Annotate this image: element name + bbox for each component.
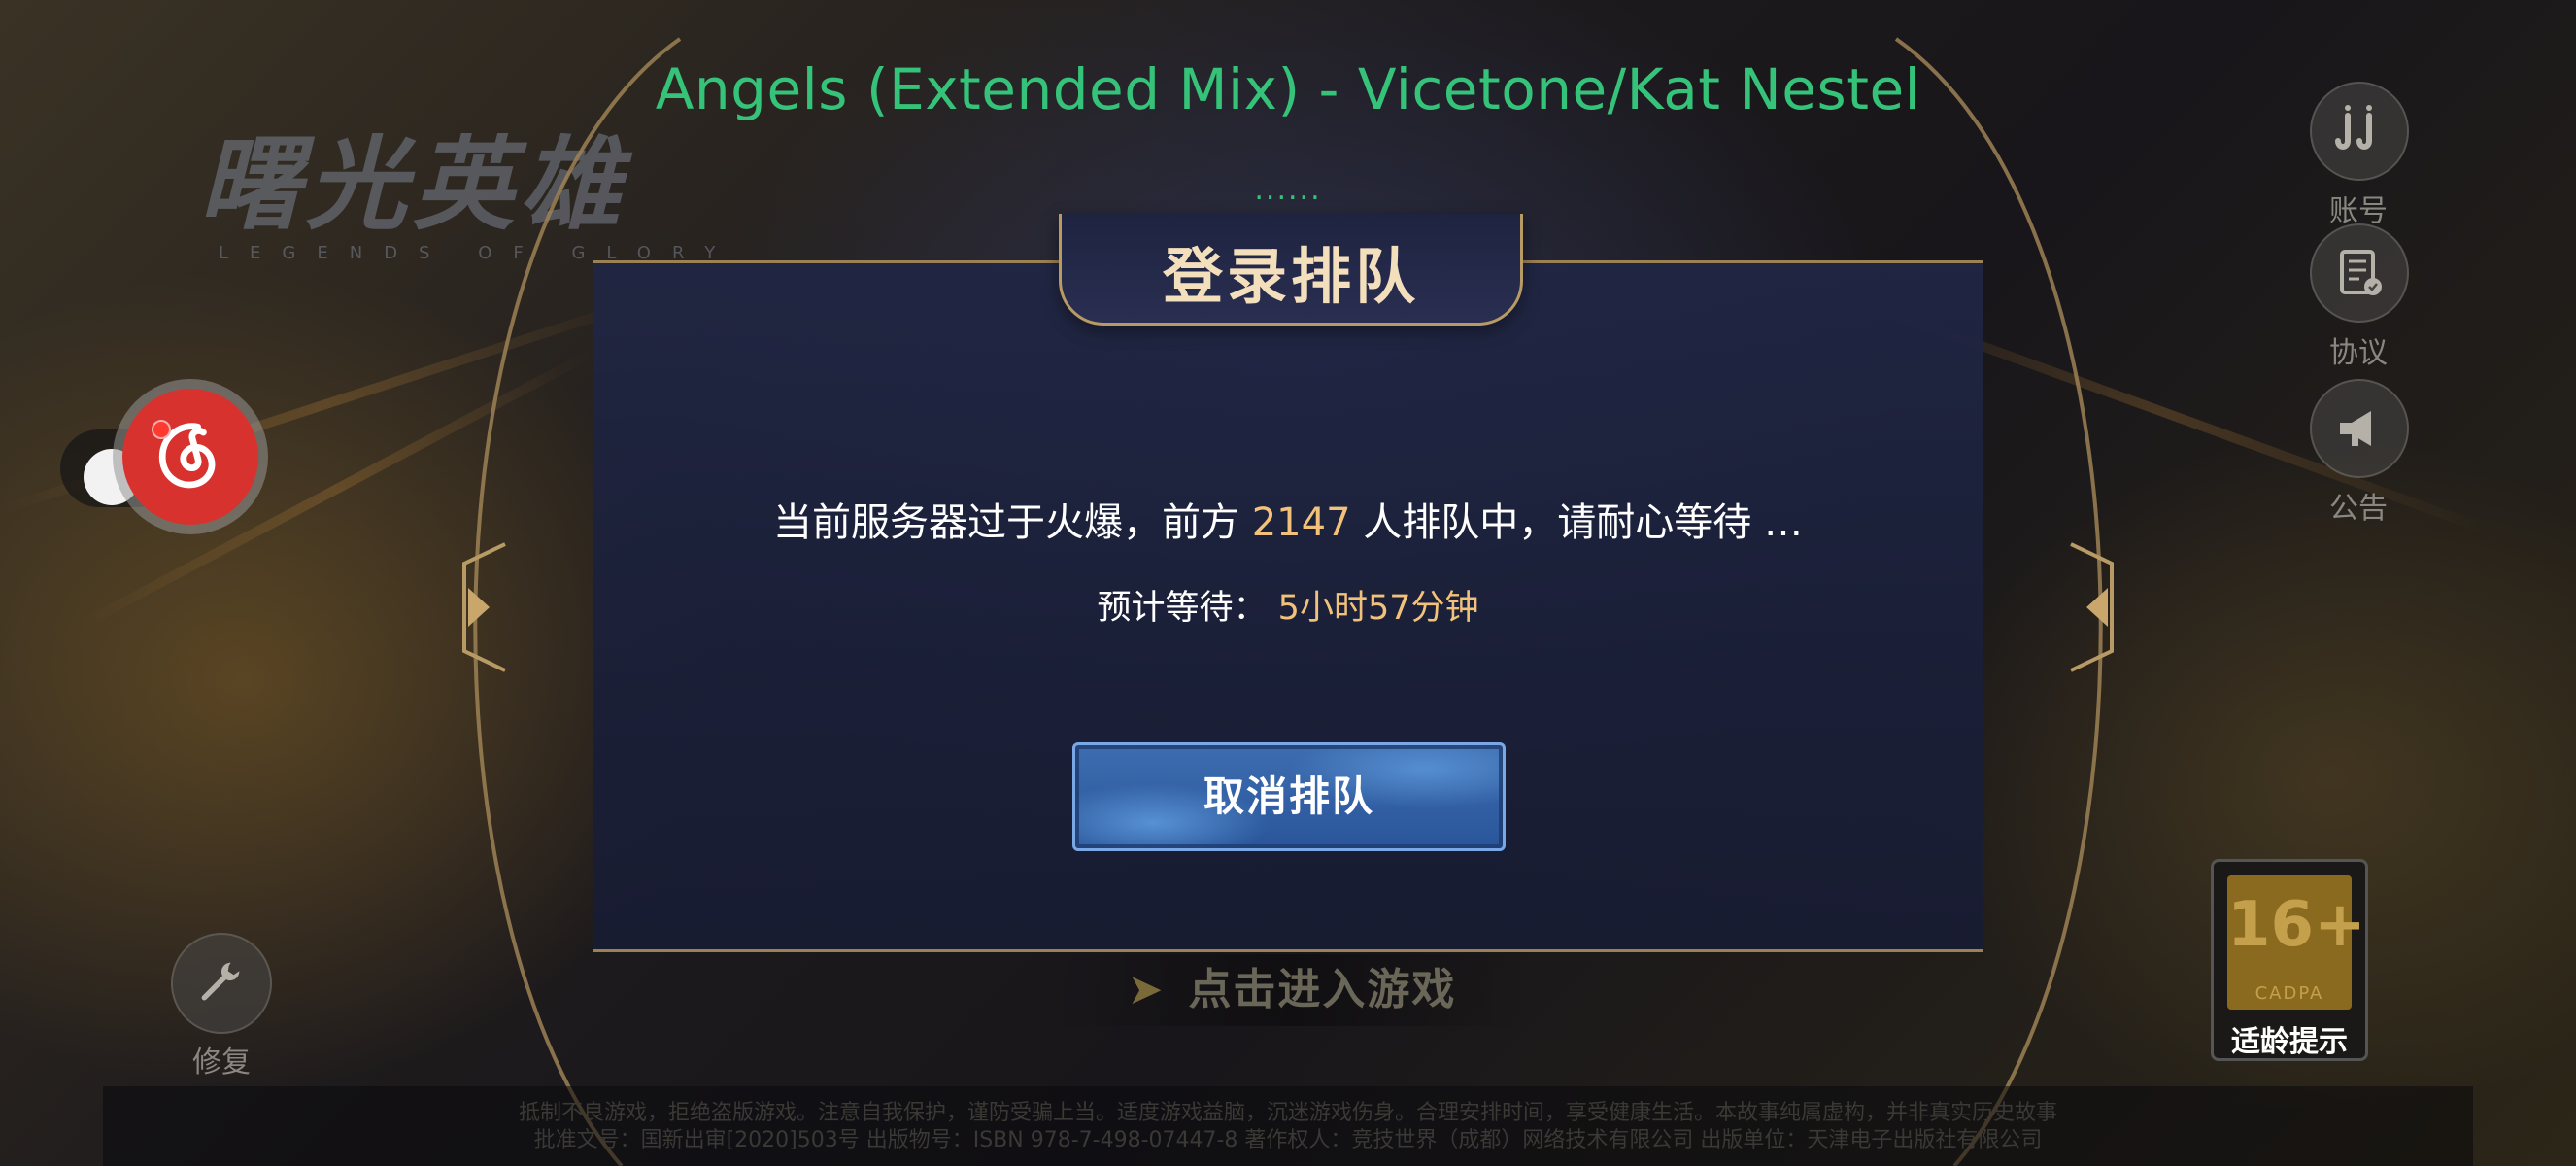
repair-button[interactable]: 修复	[171, 933, 272, 1080]
queue-prefix: 当前服务器过于火爆，前方	[773, 500, 1252, 545]
netease-music-button[interactable]	[113, 379, 268, 534]
account-button[interactable]: 账号	[2310, 82, 2409, 229]
notice-button[interactable]: 公告	[2310, 379, 2409, 527]
queue-count: 2147	[1251, 500, 1351, 545]
age-rating-badge[interactable]: 16+ CADPA 适龄提示	[2211, 859, 2368, 1061]
queue-suffix: 人排队中，请耐心等待 …	[1350, 500, 1803, 545]
notification-dot	[152, 420, 171, 439]
netease-music-icon	[122, 389, 258, 525]
cancel-queue-button[interactable]: 取消排队	[1072, 742, 1506, 851]
game-login-screen: 曙光英雄 LEGENDS OF GLORY Angels (Extended M…	[0, 0, 2576, 1166]
agreement-button[interactable]: 协议	[2310, 223, 2409, 371]
age-rating-label: 适龄提示	[2231, 1025, 2348, 1059]
dialog-title: 登录排队	[1162, 241, 1419, 312]
footer-line-2: 批准文号：国新出审[2020]503号 出版物号：ISBN 978-7-498-…	[533, 1128, 2043, 1152]
wait-time: 5小时57分钟	[1277, 589, 1479, 628]
agreement-label: 协议	[2329, 336, 2388, 370]
game-logo: 曙光英雄 LEGENDS OF GLORY	[199, 102, 743, 263]
song-title: Angels (Extended Mix) - Vicetone/Kat Nes…	[655, 56, 1921, 122]
age-rating-value: 16+	[2227, 889, 2366, 961]
chevron-right-icon: ➤	[1127, 965, 1166, 1014]
dialog-header: 登录排队	[1059, 214, 1523, 326]
legal-footer: 抵制不良游戏，拒绝盗版游戏。注意自我保护，谨防受骗上当。适度游戏益脑，沉迷游戏伤…	[103, 1086, 2473, 1166]
queue-status: 当前服务器过于火爆，前方 2147 人排队中，请耐心等待 …	[0, 491, 2576, 547]
megaphone-icon	[2310, 379, 2409, 478]
repair-label: 修复	[192, 1046, 251, 1080]
agreement-icon	[2310, 223, 2409, 323]
wrench-icon	[171, 933, 272, 1034]
account-icon	[2310, 82, 2409, 181]
notice-label: 公告	[2329, 492, 2388, 526]
floating-music-widget[interactable]	[60, 379, 274, 544]
enter-game-label: 点击进入游戏	[1188, 965, 1457, 1014]
age-rating-mark: 16+ CADPA	[2227, 875, 2366, 1010]
wait-label: 预计等待：	[1097, 589, 1268, 628]
lyric-placeholder: ......	[1254, 173, 1322, 207]
enter-game-button[interactable]: ➤ 点击进入游戏	[1049, 954, 1535, 1026]
estimated-wait: 预计等待： 5小时57分钟	[0, 580, 2576, 630]
footer-line-1: 抵制不良游戏，拒绝盗版游戏。注意自我保护，谨防受骗上当。适度游戏益脑，沉迷游戏伤…	[518, 1101, 2057, 1125]
age-rating-org: CADPA	[2254, 983, 2324, 1004]
